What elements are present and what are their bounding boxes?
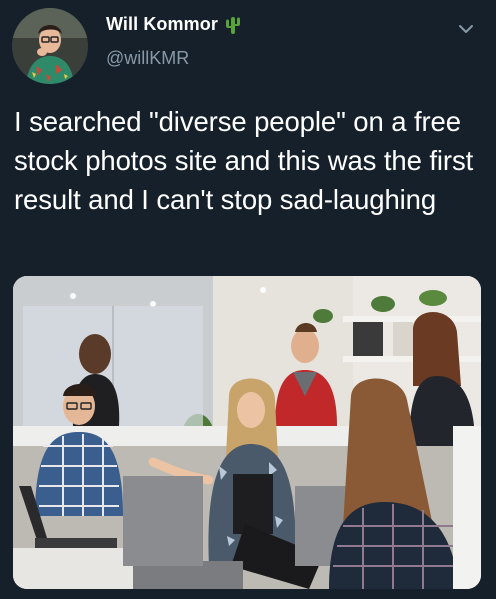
cactus-icon	[224, 15, 242, 35]
tweet: Will Kommor @willKMR I searched "diverse…	[0, 0, 496, 599]
avatar[interactable]	[12, 8, 88, 84]
tweet-photo[interactable]	[13, 276, 481, 589]
tweet-text: I searched "diverse people" on a free st…	[14, 106, 474, 215]
display-name[interactable]: Will Kommor	[106, 14, 218, 35]
handle[interactable]: @willKMR	[106, 48, 189, 69]
name-row[interactable]: Will Kommor	[106, 14, 242, 35]
chevron-down-icon[interactable]	[458, 22, 474, 34]
